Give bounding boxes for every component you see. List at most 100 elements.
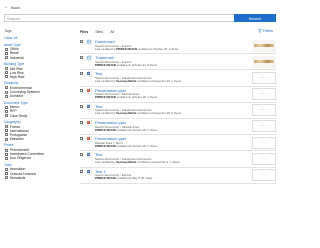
result-row[interactable]: Dashboard Search Documents > Exports Last … xyxy=(80,38,276,55)
tag-group: Document Type Memo RFP Case Study xyxy=(4,101,66,118)
result-thumbnail[interactable] xyxy=(252,55,276,68)
tag-checkbox[interactable] xyxy=(5,47,8,51)
tag-group-heading[interactable]: Geography xyxy=(4,120,66,124)
result-row[interactable]: Trademark Search Documents > Exports PRIN… xyxy=(80,54,276,71)
result-checkbox[interactable] xyxy=(80,104,83,108)
result-checkbox[interactable] xyxy=(80,72,83,76)
image-file-icon xyxy=(87,39,92,45)
tag-group-heading[interactable]: Discipline xyxy=(4,81,66,85)
tag-group-heading[interactable]: Asset Type xyxy=(4,43,66,47)
tag-checkbox[interactable] xyxy=(5,109,8,113)
tag-option[interactable]: Industrial xyxy=(4,55,66,60)
result-checkbox[interactable] xyxy=(80,56,83,60)
back-link[interactable]: ← Back xyxy=(4,3,20,11)
tab-all[interactable]: All xyxy=(110,30,114,34)
tag-group: Building Type Mid Rise Low Rise High Rise xyxy=(4,62,66,79)
tag-group: Phase Procurement Investment Committee Due … xyxy=(4,143,66,160)
tag-checkbox[interactable] xyxy=(5,114,8,118)
tag-option[interactable]: Case Study xyxy=(4,114,66,118)
result-row[interactable]: P Presentation.pptx Search Documents > Web… xyxy=(80,119,276,136)
results-panel: Files Sites All Filters Dashboard Search … xyxy=(80,29,276,184)
image-file-icon xyxy=(87,55,92,62)
tag-checkbox[interactable] xyxy=(5,75,8,79)
result-row[interactable]: P Presentation.pptx Website Docs > Test 1 … xyxy=(80,135,276,152)
modified-by-user: Secuney.Mehta xyxy=(116,111,137,116)
tag-option[interactable]: Mandarin xyxy=(4,137,66,141)
modified-by-user: PRINCE DEVAN xyxy=(95,62,116,67)
tag-option[interactable]: High Rise xyxy=(4,75,66,79)
result-checkbox[interactable] xyxy=(80,88,83,92)
tag-checkbox[interactable] xyxy=(5,133,8,137)
modified-date-views: modified on September 20, 0 Views xyxy=(137,111,182,116)
result-checkbox[interactable] xyxy=(80,153,83,157)
result-row[interactable]: W Test Search Documents > Department Docum… xyxy=(80,70,276,87)
tag-group-heading[interactable]: Topic xyxy=(4,163,66,167)
result-checkbox[interactable] xyxy=(80,120,83,124)
modified-by-user: PRINCE DEVAN xyxy=(95,176,116,181)
image-preview xyxy=(254,60,274,64)
tag-checkbox[interactable] xyxy=(5,152,8,156)
tag-option[interactable]: Standards xyxy=(4,176,66,180)
result-row[interactable]: W Test 1 Search Documents > Exports PRINCE… xyxy=(80,168,276,184)
modified-by-user: PRINCE DEVAN xyxy=(116,46,138,51)
tag-checkbox[interactable] xyxy=(5,176,8,180)
result-thumbnail[interactable]: ··· xyxy=(252,88,276,101)
result-checkbox[interactable] xyxy=(80,40,83,43)
result-thumbnail[interactable]: ··· xyxy=(252,71,276,84)
tag-checkbox[interactable] xyxy=(5,172,8,176)
filters-button[interactable]: Filters xyxy=(257,29,273,33)
search-input[interactable] xyxy=(4,14,234,22)
arrow-left-icon: ← xyxy=(4,3,9,10)
modified-by-user: PRINCE DEVAN xyxy=(95,143,116,148)
result-row[interactable]: W Test Search Documents > Department Docum… xyxy=(80,151,276,168)
tab-files[interactable]: Files xyxy=(80,30,88,34)
result-tabs: Files Sites All xyxy=(80,29,276,34)
tag-checkbox[interactable] xyxy=(5,156,8,160)
result-checkbox[interactable] xyxy=(80,137,83,141)
result-thumbnail[interactable]: ··· xyxy=(252,120,276,133)
tag-group: Topic Innovation Lessons Learned Standards xyxy=(4,163,66,180)
tag-group-heading[interactable]: Document Type xyxy=(4,101,66,105)
tag-checkbox[interactable] xyxy=(5,67,8,71)
result-modified-info: Last modified by Secuney.Mehta modified … xyxy=(95,79,215,83)
tag-checkbox[interactable] xyxy=(5,137,8,141)
tag-checkbox[interactable] xyxy=(5,94,8,98)
tag-option-label: Architect xyxy=(9,94,23,99)
tag-checkbox[interactable] xyxy=(5,167,8,171)
tag-option-label: Mandarin xyxy=(9,137,24,142)
modified-by-user: PRINCE DEVAN xyxy=(95,127,116,132)
tag-group-heading[interactable]: Phase xyxy=(4,143,66,147)
result-thumbnail[interactable]: ··· xyxy=(252,169,276,181)
result-thumbnail[interactable]: ··· xyxy=(252,136,276,149)
more-icon: ··· xyxy=(260,139,268,146)
sidebar-title: Tags xyxy=(4,29,12,33)
result-row[interactable]: P Presentation.pptx Search Documents > Web… xyxy=(80,87,276,103)
tag-checkbox[interactable] xyxy=(5,86,8,90)
tag-option[interactable]: Architect xyxy=(4,94,66,98)
tag-option[interactable]: Due Diligence xyxy=(4,156,66,160)
tag-checkbox[interactable] xyxy=(5,125,8,129)
clear-all-link[interactable]: Clear All xyxy=(4,36,66,40)
result-thumbnail[interactable]: ··· xyxy=(252,104,276,117)
image-preview xyxy=(254,44,274,47)
tag-checkbox[interactable] xyxy=(5,56,8,60)
modified-date-views: modified on October 18, 1 Views xyxy=(116,127,158,132)
tag-group-heading[interactable]: Building Type xyxy=(4,62,66,66)
tag-checkbox[interactable] xyxy=(5,148,8,152)
more-icon: ··· xyxy=(260,74,268,81)
tag-option-label: Due Diligence xyxy=(9,156,31,161)
tag-checkbox[interactable] xyxy=(5,90,8,94)
result-thumbnail[interactable]: ··· xyxy=(252,152,276,165)
result-row[interactable]: W Test Search Documents > Department Docum… xyxy=(80,103,276,119)
modified-date-views: modified on September 30, 1 Views xyxy=(137,78,182,83)
search-button[interactable]: Search xyxy=(234,14,276,22)
tab-sites[interactable]: Sites xyxy=(95,30,103,34)
tag-checkbox[interactable] xyxy=(5,51,8,55)
modified-date-views: modified on October 18, 1 Views xyxy=(116,95,158,100)
more-icon: ··· xyxy=(260,91,268,98)
result-checkbox[interactable] xyxy=(80,169,83,173)
tag-checkbox[interactable] xyxy=(5,129,8,133)
tag-checkbox[interactable] xyxy=(5,105,8,109)
tag-checkbox[interactable] xyxy=(5,71,8,75)
result-thumbnail[interactable] xyxy=(252,39,276,52)
